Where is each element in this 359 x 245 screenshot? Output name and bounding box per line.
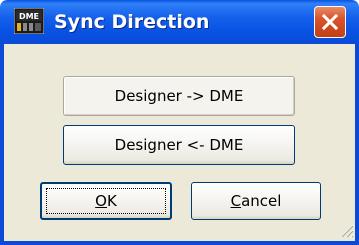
- title-bar[interactable]: DME Sync Direction: [0, 0, 359, 44]
- window-frame-left: [0, 44, 4, 245]
- cancel-mnemonic: C: [230, 192, 242, 210]
- dme-icon: DME: [14, 8, 44, 34]
- close-icon: [322, 14, 338, 30]
- dme-icon-text: DME: [19, 12, 39, 21]
- ok-mnemonic: O: [95, 192, 107, 210]
- ok-label-rest: K: [106, 192, 117, 210]
- window-frame-right: [355, 44, 359, 245]
- resize-grip-icon[interactable]: [338, 222, 354, 238]
- cancel-label: Cancel: [231, 192, 282, 210]
- window-title: Sync Direction: [54, 11, 210, 33]
- window-frame-bottom: [0, 241, 359, 245]
- ok-button[interactable]: OK: [40, 182, 172, 220]
- cancel-button[interactable]: Cancel: [191, 182, 321, 220]
- designer-to-dme-label: Designer -> DME: [114, 87, 244, 105]
- designer-to-dme-button[interactable]: Designer -> DME: [63, 76, 295, 116]
- sync-direction-dialog: DME Sync Direction Designer -> DME Desig…: [0, 0, 359, 245]
- close-button[interactable]: [314, 6, 346, 38]
- dme-to-designer-label: Designer <- DME: [114, 136, 244, 154]
- cancel-label-rest: ancel: [241, 192, 282, 210]
- ok-label: OK: [95, 192, 117, 210]
- dme-to-designer-button[interactable]: Designer <- DME: [63, 125, 295, 165]
